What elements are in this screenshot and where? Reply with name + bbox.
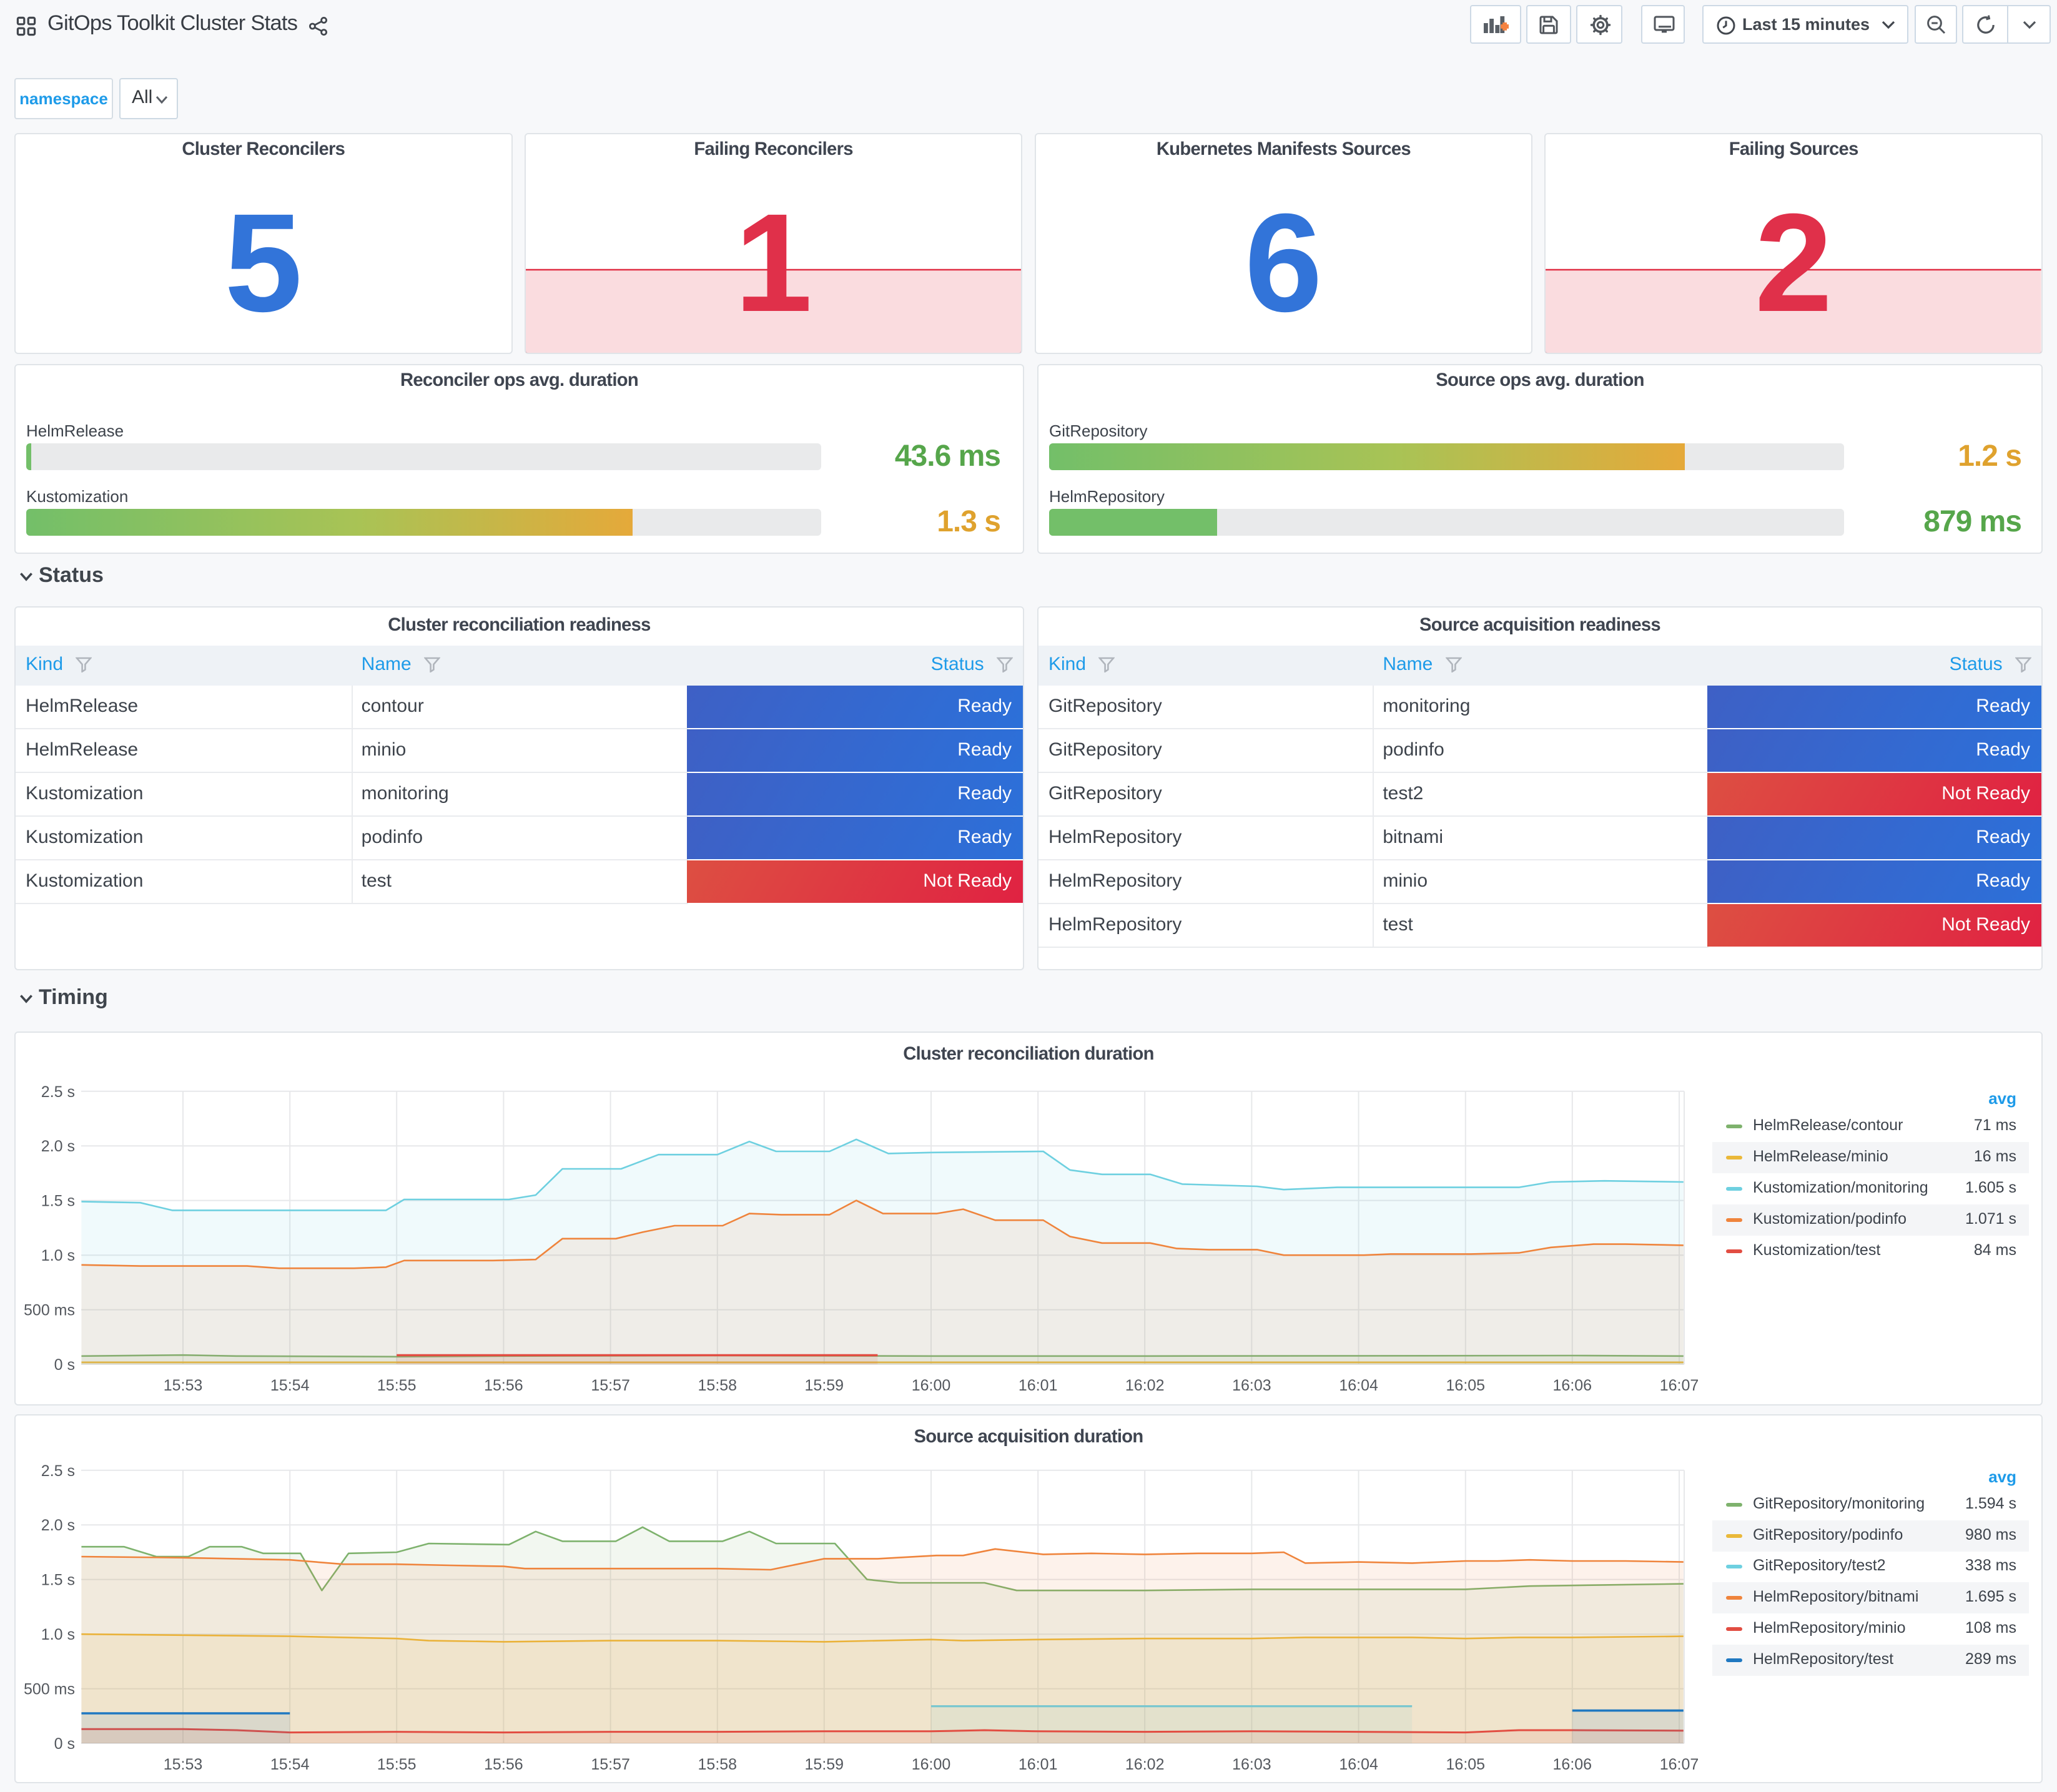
svg-text:15:54: 15:54 (270, 1756, 310, 1773)
svg-text:15:57: 15:57 (591, 1756, 630, 1773)
svg-text:16:05: 16:05 (1446, 1377, 1486, 1394)
svg-text:16:05: 16:05 (1446, 1756, 1486, 1773)
svg-text:1.0 s: 1.0 s (41, 1626, 75, 1643)
svg-text:16:07: 16:07 (1660, 1756, 1699, 1773)
svg-text:15:58: 15:58 (698, 1756, 737, 1773)
svg-text:15:55: 15:55 (377, 1756, 417, 1773)
svg-text:16:00: 16:00 (912, 1756, 951, 1773)
svg-text:500 ms: 500 ms (24, 1302, 75, 1319)
svg-text:2.5 s: 2.5 s (41, 1083, 75, 1101)
svg-text:2.0 s: 2.0 s (41, 1517, 75, 1534)
svg-text:2.5 s: 2.5 s (41, 1462, 75, 1480)
svg-text:1.5 s: 1.5 s (41, 1572, 75, 1589)
svg-text:15:59: 15:59 (805, 1377, 844, 1394)
svg-text:1.5 s: 1.5 s (41, 1193, 75, 1210)
svg-text:16:03: 16:03 (1232, 1377, 1271, 1394)
svg-text:15:53: 15:53 (164, 1377, 203, 1394)
svg-text:15:59: 15:59 (805, 1756, 844, 1773)
svg-text:16:01: 16:01 (1019, 1377, 1058, 1394)
svg-text:2.0 s: 2.0 s (41, 1138, 75, 1155)
svg-text:16:01: 16:01 (1019, 1756, 1058, 1773)
svg-text:16:00: 16:00 (912, 1377, 951, 1394)
svg-text:0 s: 0 s (54, 1735, 75, 1753)
svg-text:16:03: 16:03 (1232, 1756, 1271, 1773)
svg-text:15:57: 15:57 (591, 1377, 630, 1394)
svg-text:16:04: 16:04 (1339, 1377, 1378, 1394)
svg-text:16:06: 16:06 (1553, 1377, 1592, 1394)
svg-text:500 ms: 500 ms (24, 1681, 75, 1698)
svg-text:15:56: 15:56 (484, 1377, 523, 1394)
svg-text:16:02: 16:02 (1125, 1377, 1165, 1394)
svg-text:15:53: 15:53 (164, 1756, 203, 1773)
svg-text:15:56: 15:56 (484, 1756, 523, 1773)
svg-text:15:54: 15:54 (270, 1377, 310, 1394)
svg-text:0 s: 0 s (54, 1356, 75, 1374)
svg-text:16:04: 16:04 (1339, 1756, 1378, 1773)
svg-text:1.0 s: 1.0 s (41, 1247, 75, 1264)
svg-text:16:02: 16:02 (1125, 1756, 1165, 1773)
svg-text:16:07: 16:07 (1660, 1377, 1699, 1394)
svg-text:16:06: 16:06 (1553, 1756, 1592, 1773)
svg-text:15:58: 15:58 (698, 1377, 737, 1394)
svg-text:15:55: 15:55 (377, 1377, 417, 1394)
